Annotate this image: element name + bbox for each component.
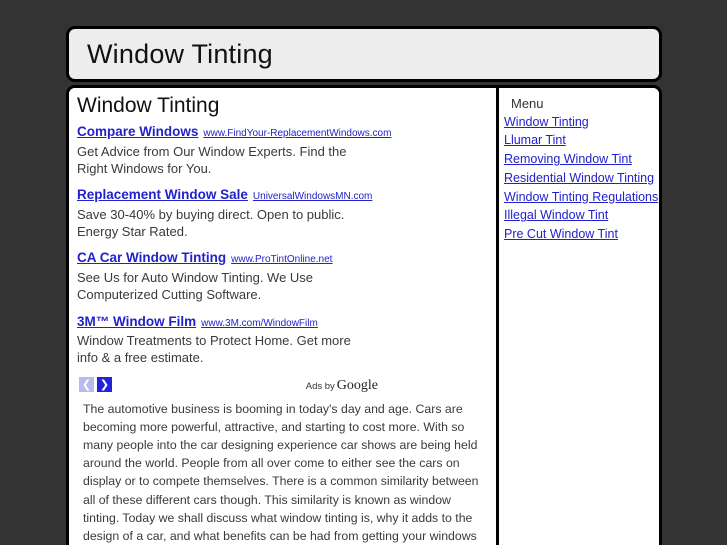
list-item: Window Tinting Regulations <box>504 188 658 207</box>
list-item: Pre Cut Window Tint <box>504 225 655 244</box>
ad-unit: CA Car Window Tinting www.ProTintOnline.n… <box>77 249 486 303</box>
ad-description-line: Computerized Cutting Software. <box>77 287 262 303</box>
ad-url-link[interactable]: www.FindYour-ReplacementWindows.com <box>203 128 391 139</box>
sidebar-item-llumar-tint[interactable]: Llumar Tint <box>504 132 566 150</box>
ad-title-link[interactable]: Compare Windows <box>77 124 198 139</box>
ad-title-link[interactable]: Replacement Window Sale <box>77 187 248 202</box>
google-wordmark: Google <box>336 377 378 393</box>
ad-headline-row: 3M™ Window Film www.3M.com/WindowFilm <box>77 313 486 331</box>
ad-description-line: Save 30-40% by buying direct. Open to pu… <box>77 206 345 222</box>
sidebar-item-illegal-window-tint[interactable]: Illegal Window Tint <box>504 207 608 225</box>
ad-unit: Compare Windows www.FindYour-ReplacementW… <box>77 123 486 177</box>
ad-url-link[interactable]: UniversalWindowsMN.com <box>253 191 372 202</box>
content-frame: Window Tinting Compare Windows www.FindYo… <box>66 85 662 545</box>
list-item: Llumar Tint <box>504 131 655 150</box>
sidebar-item-window-tinting-regulations[interactable]: Window Tinting Regulations <box>504 189 658 207</box>
sidebar-item-pre-cut-window-tint[interactable]: Pre Cut Window Tint <box>504 226 618 244</box>
ad-description-line: Window Treatments to Protect Home. Get m… <box>77 333 351 349</box>
ad-description-line: info & a free estimate. <box>77 350 204 366</box>
list-item: Residential Window Tinting <box>504 169 655 188</box>
sidebar-item-removing-window-tint[interactable]: Removing Window Tint <box>504 151 632 169</box>
ad-url-link[interactable]: www.3M.com/WindowFilm <box>201 318 318 329</box>
site-header: Window Tinting <box>66 26 662 82</box>
ad-title-link[interactable]: 3M™ Window Film <box>77 314 196 329</box>
page-title: Window Tinting <box>87 38 273 69</box>
page-root: Window Tinting Window Tinting Compare Wi… <box>0 0 727 545</box>
ad-description-line: Energy Star Rated. <box>77 224 188 240</box>
list-item: Window Tinting <box>504 113 655 132</box>
main-column: Window Tinting Compare Windows www.FindYo… <box>69 88 496 545</box>
sidebar-item-window-tinting[interactable]: Window Tinting <box>504 114 589 132</box>
ad-description-line: Right Windows for You. <box>77 160 212 176</box>
article-body: The automotive business is booming in to… <box>75 400 486 545</box>
ad-title-link[interactable]: CA Car Window Tinting <box>77 250 226 265</box>
ad-description-line: Get Advice from Our Window Experts. Find… <box>77 143 347 159</box>
ad-url-link[interactable]: www.ProTintOnline.net <box>231 254 332 265</box>
ad-headline-row: CA Car Window Tinting www.ProTintOnline.n… <box>77 249 486 267</box>
sidebar-heading: Menu <box>511 96 544 111</box>
ad-description-line: See Us for Auto Window Tinting. We Use <box>77 270 314 285</box>
list-item: Illegal Window Tint <box>504 206 655 225</box>
sidebar: Menu Window Tinting Llumar Tint Removing… <box>499 88 659 545</box>
ads-attribution-text: Ads by <box>305 380 335 392</box>
ads-footer: ❮ ❯ Ads by Google <box>77 376 486 394</box>
ad-unit: Replacement Window Sale UniversalWindowsM… <box>77 186 486 240</box>
next-ads-arrow-icon[interactable]: ❯ <box>97 377 112 393</box>
list-item: Removing Window Tint <box>504 150 655 169</box>
google-ads-block: Compare Windows www.FindYour-ReplacementW… <box>75 123 486 394</box>
previous-ads-arrow-icon[interactable]: ❮ <box>79 377 94 393</box>
ads-attribution[interactable]: Ads by Google <box>306 377 378 393</box>
article-paragraph: The automotive business is booming in to… <box>83 401 479 544</box>
sidebar-menu-list: Window Tinting Llumar Tint Removing Wind… <box>503 113 658 244</box>
article-title: Window Tinting <box>77 94 220 117</box>
ad-headline-row: Replacement Window Sale UniversalWindowsM… <box>77 186 486 204</box>
sidebar-item-residential-window-tinting[interactable]: Residential Window Tinting <box>504 170 654 188</box>
ad-headline-row: Compare Windows www.FindYour-ReplacementW… <box>77 123 486 141</box>
ad-unit: 3M™ Window Film www.3M.com/WindowFilm Win… <box>77 313 486 367</box>
